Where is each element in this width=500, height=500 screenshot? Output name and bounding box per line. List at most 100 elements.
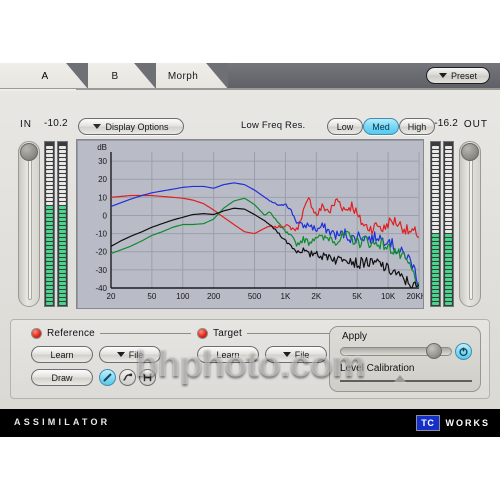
curve-icon-button[interactable] <box>119 369 136 386</box>
meter-segment <box>46 154 53 157</box>
meter-segment <box>46 198 53 201</box>
target-learn-button[interactable]: Learn <box>197 346 259 363</box>
meter-segment <box>445 166 452 169</box>
meter-segment <box>46 234 53 237</box>
meter-segment <box>432 178 439 181</box>
tab-a[interactable]: A <box>16 63 74 89</box>
meter-segment <box>59 262 66 265</box>
apply-slider-thumb[interactable] <box>426 343 443 359</box>
meter-segment <box>432 222 439 225</box>
meter-segment <box>432 290 439 293</box>
meter-segment <box>445 278 452 281</box>
reference-title: Reference <box>47 328 95 339</box>
meter-segment <box>59 198 66 201</box>
meter-segment <box>46 230 53 233</box>
reference-rule <box>99 333 191 334</box>
level-calibration-track[interactable] <box>340 380 472 382</box>
meter-segment <box>445 194 452 197</box>
output-fader[interactable] <box>459 141 481 307</box>
meter-segment <box>59 238 66 241</box>
meter-segment <box>59 234 66 237</box>
level-calibration-marker[interactable] <box>394 375 406 382</box>
preset-button[interactable]: Preset <box>426 67 490 84</box>
meter-segment <box>46 150 53 153</box>
meter-segment <box>46 222 53 225</box>
pencil-icon-button[interactable] <box>99 369 116 386</box>
tab-bar: A B Morph Preset <box>0 63 500 91</box>
low-freq-res-med-button[interactable]: Med <box>363 118 399 135</box>
svg-text:2K: 2K <box>311 292 321 301</box>
meter-segment <box>445 226 452 229</box>
meter-segment <box>432 242 439 245</box>
svg-text:200: 200 <box>207 292 221 301</box>
meter-segment <box>59 254 66 257</box>
target-led-icon[interactable] <box>197 328 208 339</box>
meter-segment <box>432 294 439 297</box>
pencil-icon <box>103 373 112 382</box>
meter-segment <box>445 162 452 165</box>
spectrum-graph[interactable]: dB 30 20 10 0 -10 -20 -30 -40 20 50 100 200 500 1K 2K 5K… <box>76 139 424 309</box>
handle-icon <box>143 373 152 382</box>
meter-segment <box>432 154 439 157</box>
meter-segment <box>46 290 53 293</box>
meter-segment <box>445 262 452 265</box>
meter-segment <box>46 194 53 197</box>
meter-segment <box>432 146 439 149</box>
reference-learn-button[interactable]: Learn <box>31 346 93 363</box>
handle-icon-button[interactable] <box>139 369 156 386</box>
svg-text:5K: 5K <box>352 292 362 301</box>
meter-segment <box>432 298 439 301</box>
output-value: -16.2 <box>434 118 458 129</box>
meter-segment <box>432 158 439 161</box>
reference-draw-label: Draw <box>51 372 73 383</box>
display-options-button[interactable]: Display Options <box>78 118 184 135</box>
target-file-button[interactable]: File <box>265 346 327 363</box>
meter-segment <box>46 206 53 209</box>
meter-segment <box>59 298 66 301</box>
reference-file-button[interactable]: File <box>99 346 161 363</box>
chevron-down-icon <box>438 73 447 78</box>
input-fader-knob[interactable] <box>20 143 38 161</box>
meter-segment <box>445 182 452 185</box>
plugin-body: A B Morph Preset IN -10.2 Display Option… <box>0 63 500 458</box>
meter-segment <box>46 274 53 277</box>
meter-segment <box>445 274 452 277</box>
reference-led-icon[interactable] <box>31 328 42 339</box>
meter-segment <box>59 246 66 249</box>
low-freq-res-high-button[interactable]: High <box>399 118 435 135</box>
meter-segment <box>59 222 66 225</box>
meter-segment <box>59 226 66 229</box>
output-fader-knob[interactable] <box>461 143 479 161</box>
output-fader-slot <box>469 154 473 300</box>
power-button[interactable] <box>455 343 472 360</box>
meter-segment <box>432 198 439 201</box>
meter-segment <box>46 250 53 253</box>
tab-morph[interactable]: Morph <box>152 63 214 89</box>
tab-b[interactable]: B <box>86 63 144 89</box>
input-fader[interactable] <box>18 141 40 307</box>
low-freq-res-label: Low Freq Res. <box>241 120 306 131</box>
svg-text:-30: -30 <box>95 266 107 275</box>
vendor-logo-name: WORKS <box>445 417 490 428</box>
meter-segment <box>445 202 452 205</box>
meter-segment <box>46 242 53 245</box>
meter-segment <box>46 202 53 205</box>
low-freq-res-low-button[interactable]: Low <box>327 118 363 135</box>
svg-text:-20: -20 <box>95 248 107 257</box>
reference-draw-button[interactable]: Draw <box>31 369 93 386</box>
meter-segment <box>59 194 66 197</box>
meter-segment <box>432 214 439 217</box>
meter-segment <box>46 182 53 185</box>
meter-segment <box>432 302 439 305</box>
meter-segment <box>59 230 66 233</box>
meter-segment <box>445 218 452 221</box>
meter-segment <box>59 250 66 253</box>
level-calibration-label: Level Calibration <box>340 363 415 374</box>
meter-segment <box>445 222 452 225</box>
meter-segment <box>59 274 66 277</box>
meter-segment <box>445 246 452 249</box>
output-meter-block <box>430 139 482 309</box>
meter-segment <box>59 206 66 209</box>
meter-segment <box>432 182 439 185</box>
meter-segment <box>432 282 439 285</box>
